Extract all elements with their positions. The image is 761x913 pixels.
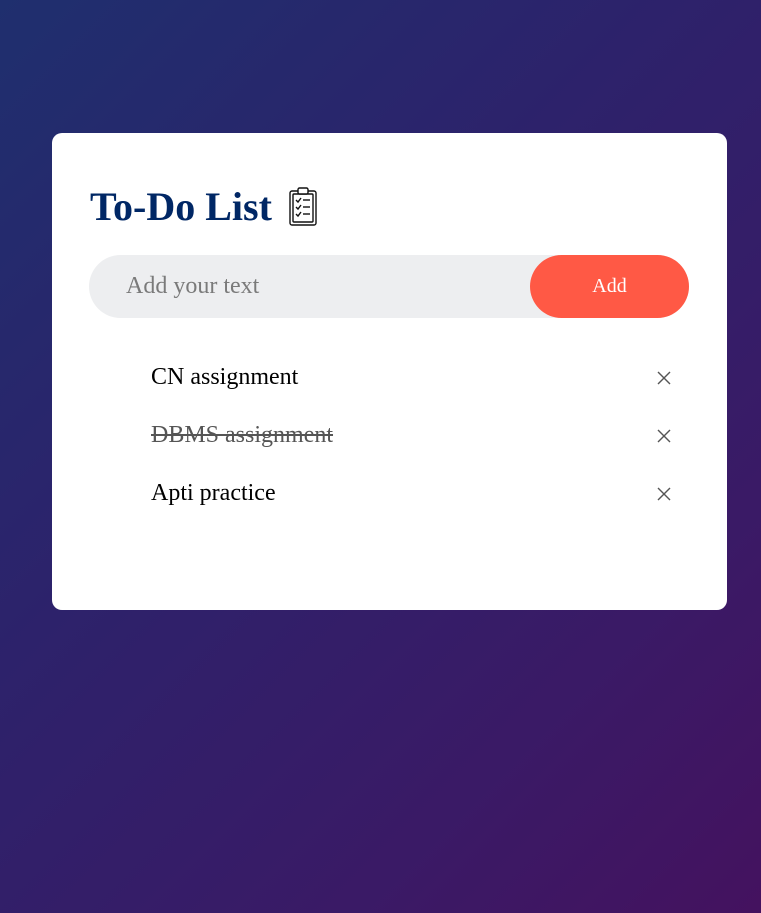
- clipboard-checklist-icon: [288, 187, 318, 227]
- task-text: Apti practice: [151, 480, 276, 506]
- app-title: To-Do List: [90, 184, 272, 229]
- todo-card: To-Do List Add CN assignment: [52, 133, 727, 610]
- task-input[interactable]: [89, 255, 529, 318]
- task-text: CN assignment: [151, 364, 299, 390]
- add-button[interactable]: Add: [530, 255, 689, 318]
- title-row: To-Do List: [90, 185, 318, 229]
- close-icon[interactable]: [652, 366, 676, 390]
- task-list: CN assignment DBMS assignment Apti pract…: [52, 349, 727, 523]
- close-icon[interactable]: [652, 482, 676, 506]
- task-item[interactable]: Apti practice: [52, 465, 727, 523]
- close-icon[interactable]: [652, 424, 676, 448]
- add-task-row: Add: [89, 255, 689, 318]
- task-item[interactable]: DBMS assignment: [52, 407, 727, 465]
- task-item[interactable]: CN assignment: [52, 349, 727, 407]
- task-text: DBMS assignment: [151, 422, 334, 448]
